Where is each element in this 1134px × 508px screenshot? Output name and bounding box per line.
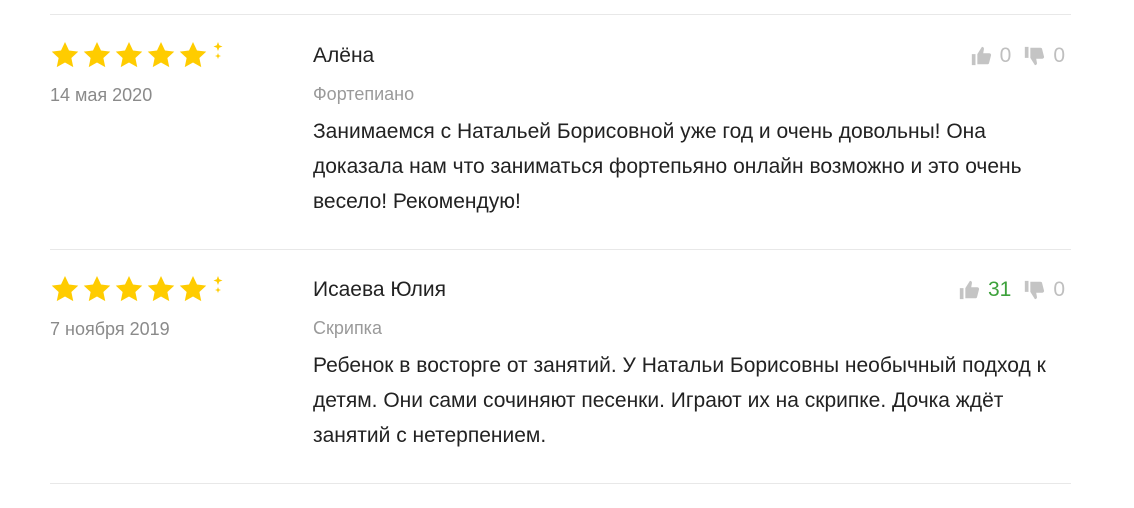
like-count: 31 [987,278,1012,301]
dislike-count: 0 [1053,44,1065,67]
review-date: 7 ноября 2019 [50,319,170,339]
thumbs-up-icon [958,279,980,301]
dislike-count: 0 [1053,278,1065,301]
star-icon [114,274,144,304]
thumbs-down-icon [1023,45,1045,67]
review-votes: 0 0 [970,40,1065,72]
like-button[interactable]: 0 [970,44,1012,68]
star-icon [50,274,80,304]
review-text: Ребенок в восторге от занятий. У Натальи… [313,354,1046,447]
review-item: 7 ноября 2019 Исаева Юлия Скрипка Ребено… [50,274,1071,508]
star-icon [114,40,144,70]
star-icon [82,274,112,304]
star-icon [178,40,208,70]
review-votes: 31 0 [958,274,1065,306]
review-subject: Фортепиано [313,84,415,104]
like-count: 0 [999,44,1012,67]
rating-stars [50,274,225,304]
dislike-button[interactable]: 0 [1023,278,1065,302]
star-icon [50,40,80,70]
review-author: Алёна [313,44,375,67]
rating-stars [50,40,225,70]
like-button[interactable]: 31 [958,278,1011,302]
review-author: Исаева Юлия [313,278,447,301]
star-icon [146,40,176,70]
bottom-divider [50,483,1071,484]
review-divider [50,249,1071,250]
thumbs-up-icon [970,45,992,67]
star-icon [82,40,112,70]
review-subject: Скрипка [313,318,382,338]
review-item: 14 мая 2020 Алёна Фортепиано Занимаемся … [50,40,1071,274]
sparkle-icon [211,276,225,296]
star-icon [146,274,176,304]
dislike-button[interactable]: 0 [1023,44,1065,68]
sparkle-icon [211,42,225,62]
top-divider [50,14,1071,15]
review-date: 14 мая 2020 [50,85,153,105]
star-icon [178,274,208,304]
thumbs-down-icon [1023,279,1045,301]
review-text: Занимаемся с Натальей Борисовной уже год… [313,120,1022,213]
